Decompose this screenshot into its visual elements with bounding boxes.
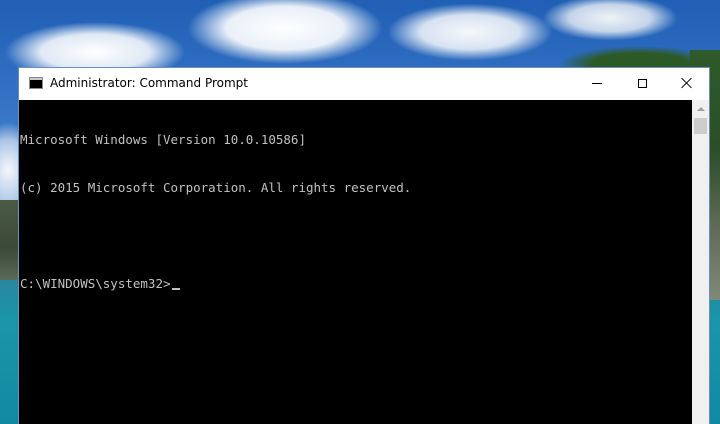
close-icon — [681, 77, 693, 89]
command-prompt-window[interactable]: Administrator: Command Prompt Microsoft … — [18, 67, 710, 424]
command-prompt: C:\WINDOWS\system32> — [20, 276, 171, 291]
title-bar[interactable]: Administrator: Command Prompt — [19, 68, 709, 100]
maximize-icon — [637, 78, 647, 88]
window-title: Administrator: Command Prompt — [50, 76, 248, 90]
close-button[interactable] — [664, 68, 710, 98]
minimize-button[interactable] — [574, 68, 620, 98]
scrollbar-thumb[interactable] — [694, 118, 707, 134]
console-area[interactable]: Microsoft Windows [Version 10.0.10586] (… — [19, 100, 692, 424]
vertical-scrollbar[interactable] — [692, 100, 709, 424]
console-line-version: Microsoft Windows [Version 10.0.10586] — [20, 132, 306, 147]
arrow-up-icon — [696, 106, 705, 111]
scroll-up-button[interactable] — [692, 100, 709, 117]
maximize-button[interactable] — [619, 68, 665, 98]
text-cursor — [171, 288, 180, 290]
console-output: Microsoft Windows [Version 10.0.10586] (… — [20, 100, 411, 324]
minimize-icon — [592, 82, 602, 84]
console-line-blank — [20, 228, 411, 244]
console-icon[interactable] — [29, 77, 43, 89]
console-prompt-line[interactable]: C:\WINDOWS\system32> — [20, 276, 411, 292]
console-line-copyright: (c) 2015 Microsoft Corporation. All righ… — [20, 180, 412, 195]
wallpaper-rock-left — [0, 200, 20, 280]
